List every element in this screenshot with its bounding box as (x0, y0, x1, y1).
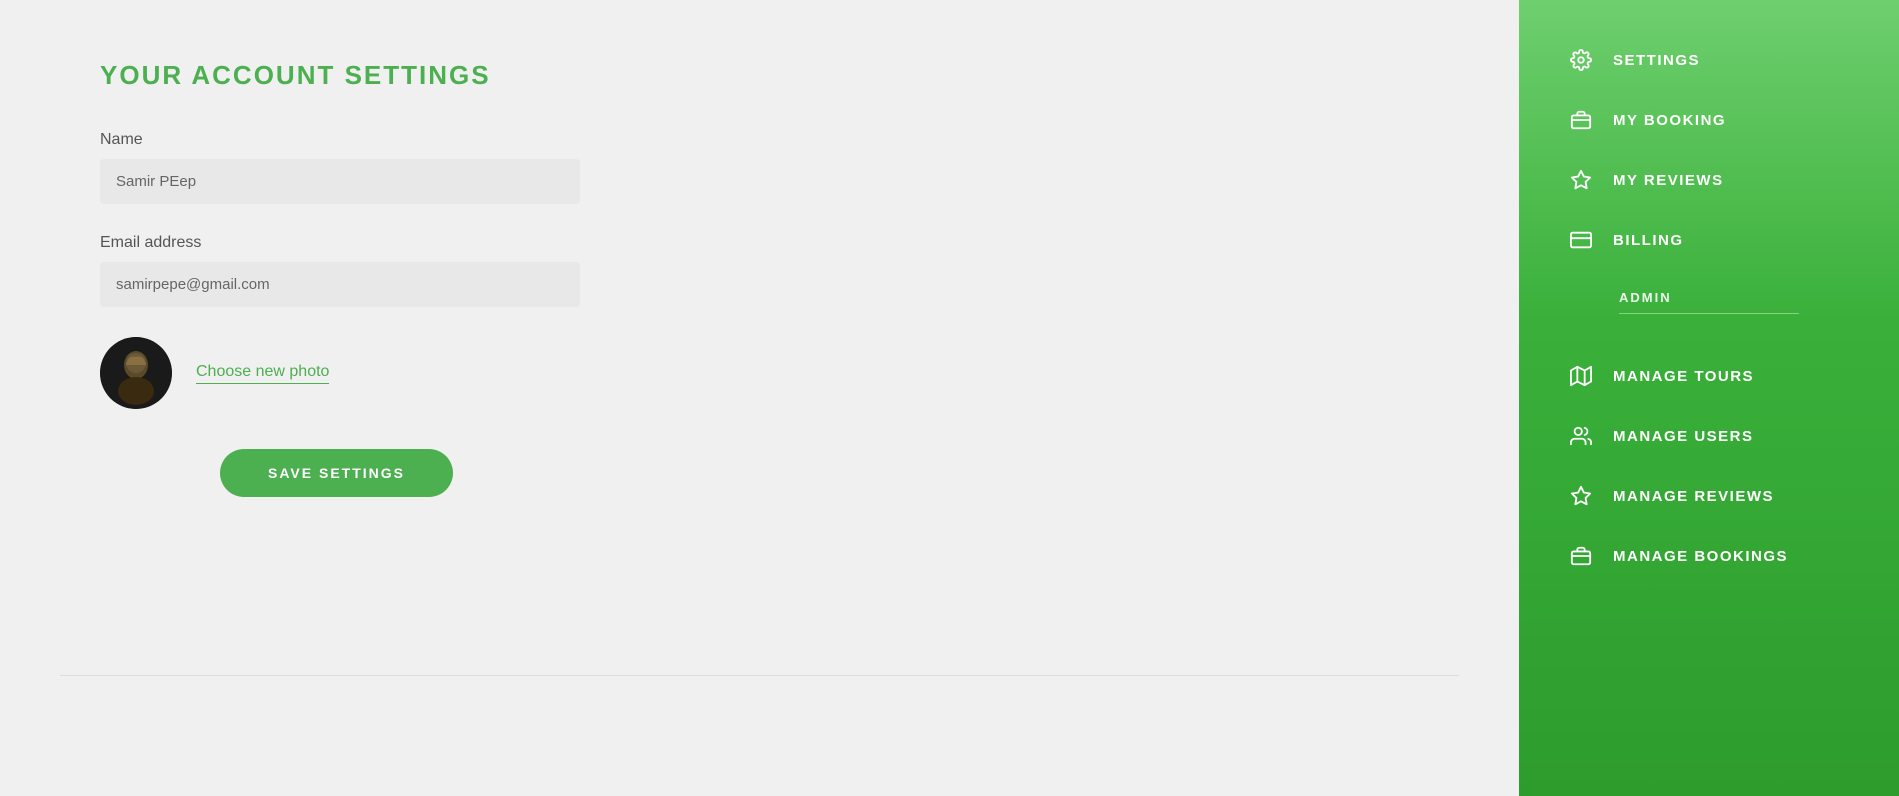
sidebar-item-manage-reviews[interactable]: MANAGE REVIEWS (1519, 466, 1899, 526)
name-group: Name (100, 131, 1419, 204)
email-group: Email address (100, 234, 1419, 307)
sidebar-item-my-reviews[interactable]: MY REVIEWS (1519, 150, 1899, 210)
sidebar-item-billing-label: BILLING (1613, 232, 1684, 249)
admin-label: ADMIN (1569, 290, 1849, 305)
sidebar-item-manage-reviews-label: MANAGE REVIEWS (1613, 488, 1774, 505)
email-label: Email address (100, 234, 1419, 252)
page-title: YOUR ACCOUNT SETTINGS (100, 60, 1419, 91)
admin-separator: ADMIN (1569, 290, 1849, 330)
photo-section: Choose new photo (100, 337, 1419, 409)
sidebar-item-manage-bookings[interactable]: MANAGE BOOKINGS (1519, 526, 1899, 586)
sidebar-item-manage-users-label: MANAGE USERS (1613, 428, 1754, 445)
briefcase-icon (1569, 108, 1593, 132)
briefcase-icon-bookings (1569, 544, 1593, 568)
name-input[interactable] (100, 159, 580, 204)
credit-card-icon (1569, 228, 1593, 252)
sidebar-item-manage-tours[interactable]: MANAGE TOURS (1519, 346, 1899, 406)
sidebar-item-manage-users[interactable]: MANAGE USERS (1519, 406, 1899, 466)
star-icon-reviews (1569, 168, 1593, 192)
sidebar: SETTINGS MY BOOKING MY REVIEWS (1519, 0, 1899, 796)
sidebar-item-settings-label: SETTINGS (1613, 52, 1700, 69)
sidebar-item-billing[interactable]: BILLING (1519, 210, 1899, 270)
star-icon-manage-reviews (1569, 484, 1593, 508)
name-label: Name (100, 131, 1419, 149)
bottom-divider (60, 675, 1459, 676)
map-icon (1569, 364, 1593, 388)
sidebar-item-manage-tours-label: MANAGE TOURS (1613, 368, 1754, 385)
admin-divider (1619, 313, 1799, 314)
avatar (100, 337, 172, 409)
main-content: YOUR ACCOUNT SETTINGS Name Email address… (0, 0, 1519, 796)
choose-photo-link[interactable]: Choose new photo (196, 363, 329, 384)
sidebar-item-manage-bookings-label: MANAGE BOOKINGS (1613, 548, 1788, 565)
sidebar-item-my-booking-label: MY BOOKING (1613, 112, 1726, 129)
email-input[interactable] (100, 262, 580, 307)
sidebar-item-my-booking[interactable]: MY BOOKING (1519, 90, 1899, 150)
gear-icon (1569, 48, 1593, 72)
users-icon (1569, 424, 1593, 448)
sidebar-item-settings[interactable]: SETTINGS (1519, 30, 1899, 90)
sidebar-item-my-reviews-label: MY REVIEWS (1613, 172, 1724, 189)
save-settings-button[interactable]: SAVE SETTINGS (220, 449, 453, 497)
